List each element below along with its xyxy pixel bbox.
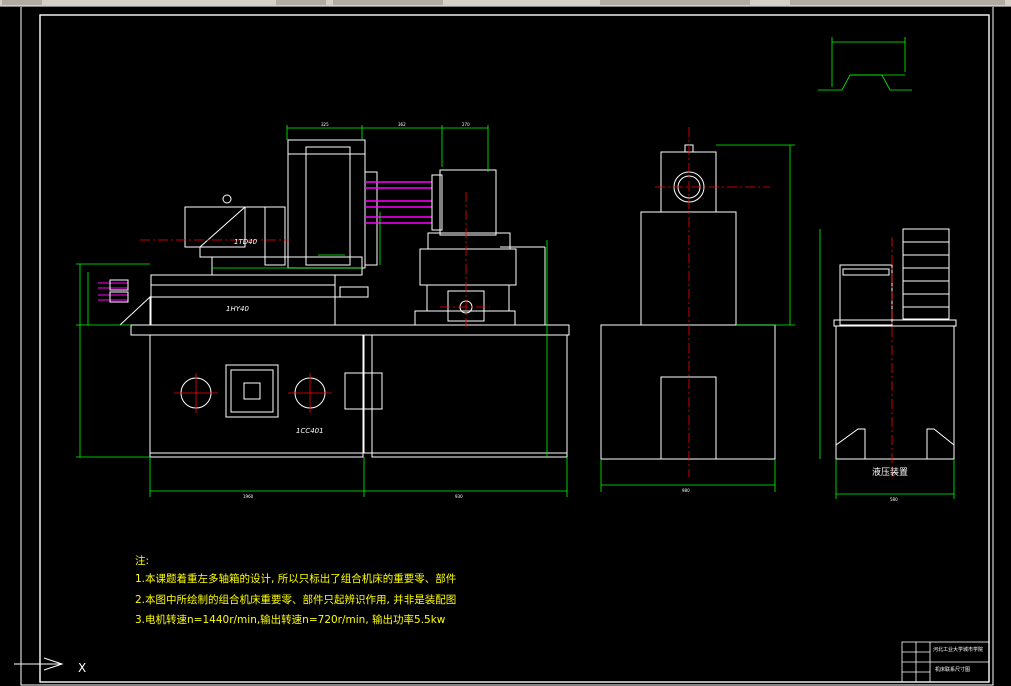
notes-line-1: 1.本课题着重左多轴箱的设计, 所以只标出了组合机床的重要零、部件 bbox=[135, 572, 456, 585]
side-centerlines bbox=[655, 127, 770, 477]
notes-line-3: 3.电机转速n=1440r/min,输出转速n=720r/min, 输出功率5.… bbox=[135, 613, 446, 626]
notes-line-2: 2.本图中所绘制的组合机床重要零、部件只起辨识作用, 并非是装配图 bbox=[135, 593, 456, 606]
cycle-diagram bbox=[818, 37, 912, 91]
label-hydraulic: 液压装置 bbox=[872, 466, 908, 478]
toolbar[interactable] bbox=[0, 0, 1011, 7]
dim-top-b: 362 bbox=[398, 122, 406, 127]
side-view bbox=[600, 144, 776, 460]
side-dimensions bbox=[600, 144, 795, 492]
front-centerlines bbox=[140, 192, 490, 327]
drawing-canvas[interactable]: 325 362 270 1960 930 1TD40 1HY40 1CC401 … bbox=[0, 7, 1011, 686]
fixture-unit bbox=[414, 169, 546, 326]
dim-top-a: 325 bbox=[321, 122, 329, 127]
dim-side-width: 980 bbox=[682, 488, 690, 493]
label-slide-unit: 1HY40 bbox=[226, 305, 249, 313]
ucs-axis-label: X bbox=[78, 661, 86, 675]
properties-dropdown[interactable] bbox=[600, 0, 750, 5]
slide-unit bbox=[119, 274, 369, 326]
notes-heading: 注: bbox=[135, 554, 149, 567]
hydraulic-unit bbox=[833, 228, 957, 460]
toolbar-left-icons[interactable] bbox=[2, 0, 42, 5]
title-school: 河北工业大学城市学院 bbox=[933, 646, 983, 653]
layer-dropdown[interactable] bbox=[333, 0, 443, 5]
linetype-dropdown[interactable] bbox=[790, 0, 1005, 5]
title-drawing-name: 机床联系尺寸图 bbox=[935, 666, 970, 673]
label-base-unit: 1CC401 bbox=[296, 427, 324, 435]
spindle-lines bbox=[365, 181, 432, 224]
base-unit bbox=[130, 324, 570, 458]
base-centerlines bbox=[174, 373, 332, 413]
dim-top-c: 270 bbox=[462, 122, 470, 127]
toolbar-layer-icons[interactable] bbox=[276, 0, 326, 5]
dim-overall-left: 1960 bbox=[243, 494, 254, 499]
dim-hyd-width: 580 bbox=[890, 497, 898, 502]
dim-overall-right: 930 bbox=[455, 494, 463, 499]
label-head-unit: 1TD40 bbox=[234, 238, 258, 246]
head-unit bbox=[184, 139, 378, 276]
